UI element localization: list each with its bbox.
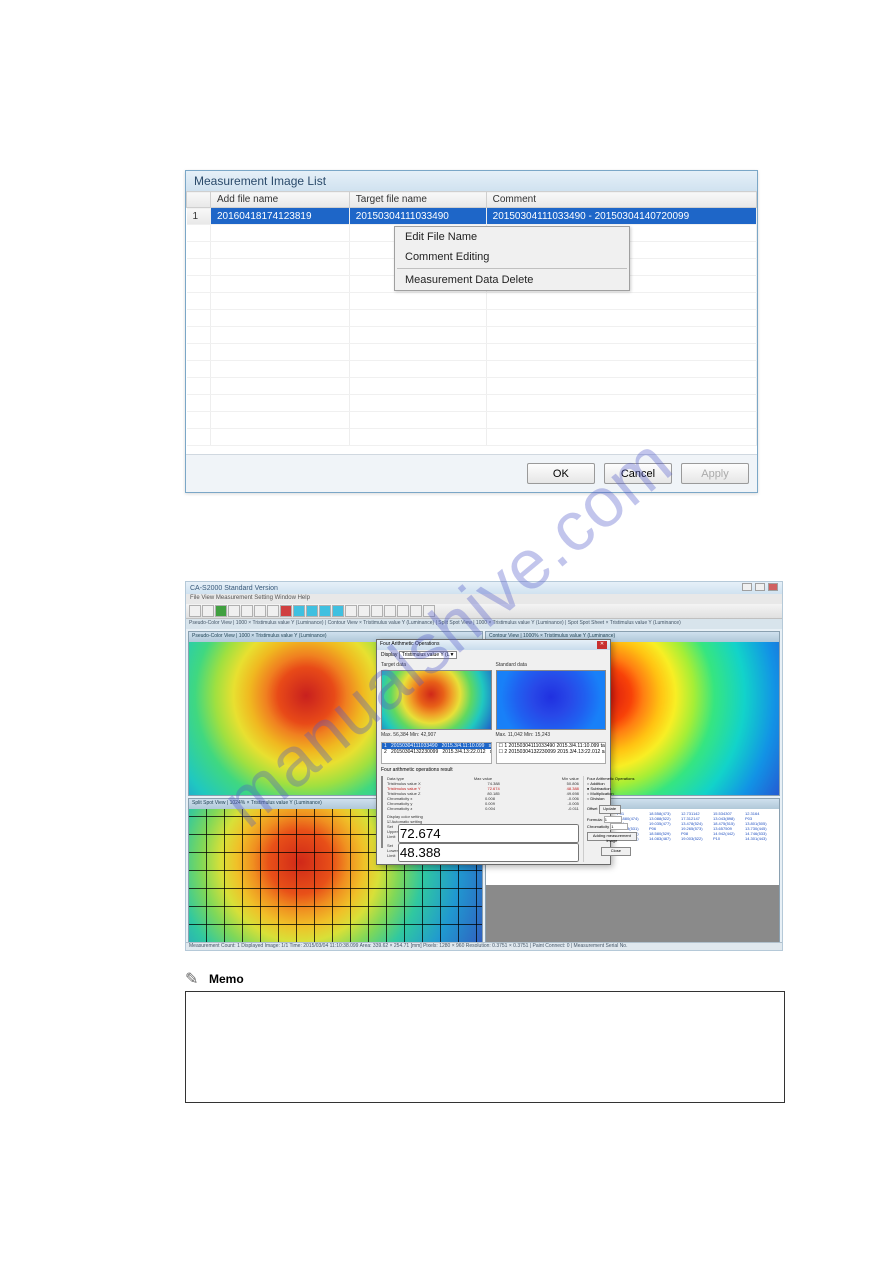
result-label: Four arithmetic operations result: [377, 766, 610, 774]
table-row[interactable]: [187, 429, 757, 446]
toolbar-button[interactable]: [384, 605, 396, 617]
close-icon[interactable]: [768, 583, 778, 591]
arith-title: Four Arithmetic Operations: [380, 641, 439, 649]
toolbar-button[interactable]: [358, 605, 370, 617]
memo-title: Memo: [209, 969, 244, 989]
table-row[interactable]: [187, 344, 757, 361]
close-button[interactable]: Close: [601, 847, 631, 856]
measurement-image-list-dialog: Measurement Image List Add file name Tar…: [185, 170, 758, 493]
toolbar-button[interactable]: [189, 605, 201, 617]
table-row[interactable]: [187, 378, 757, 395]
display-dropdown[interactable]: Tristimulus value Y (L▼: [399, 651, 458, 659]
toolbar-button[interactable]: [319, 605, 331, 617]
measurement-image-list-title: Measurement Image List: [186, 171, 757, 191]
target-stats: Max. 56,384 Min: 42,907: [381, 732, 492, 738]
toolbar-button[interactable]: [293, 605, 305, 617]
apply-button[interactable]: Apply: [681, 463, 749, 484]
memo-box: [185, 991, 785, 1103]
dialog-body: Add file name Target file name Comment 1…: [186, 191, 757, 454]
app-menubar[interactable]: File View Measurement Setting Window Hel…: [186, 594, 782, 604]
target-thumbnail: [381, 670, 492, 730]
lower-limit-input[interactable]: [398, 843, 579, 862]
toolbar-button[interactable]: [254, 605, 266, 617]
row-comment: 20150304111033490 - 20150304140720099: [486, 208, 756, 225]
toolbar-button[interactable]: [371, 605, 383, 617]
app-title-text: CA-S2000 Standard Version: [190, 585, 278, 592]
upper-limit-input[interactable]: [398, 824, 579, 843]
toolbar-button[interactable]: [345, 605, 357, 617]
cancel-button[interactable]: Cancel: [604, 463, 672, 484]
col-add-file-name[interactable]: Add file name: [211, 192, 350, 208]
toolbar-button[interactable]: [228, 605, 240, 617]
table-row[interactable]: [187, 412, 757, 429]
toolbar-button[interactable]: [280, 605, 292, 617]
col-target-file-name[interactable]: Target file name: [349, 192, 486, 208]
table-row[interactable]: [187, 293, 757, 310]
col-comment[interactable]: Comment: [486, 192, 756, 208]
standard-list[interactable]: ☐ 1 20150304111033490 2015.3/4.11:10.099…: [496, 742, 607, 764]
data-type-block: Data typeMax valueMin value Tristimulus …: [387, 776, 579, 862]
ok-button[interactable]: OK: [527, 463, 595, 484]
dialog-buttons: OK Cancel Apply: [186, 454, 757, 492]
app-toolbar: [186, 604, 782, 619]
context-menu: Edit File Name Comment Editing Measureme…: [394, 226, 630, 291]
empty-area: [486, 885, 779, 942]
target-list[interactable]: 1 20150304111033490 2015.3/4.11:10.099 s…: [381, 742, 492, 764]
memo-icon: ✎: [185, 969, 203, 989]
toolbar-button[interactable]: [332, 605, 344, 617]
maximize-icon[interactable]: [755, 583, 765, 591]
window-buttons: [741, 583, 778, 593]
toolbar-button[interactable]: [215, 605, 227, 617]
standard-stats: Max. 11,042 Min: 15,243: [496, 732, 607, 738]
ctx-edit-file-name[interactable]: Edit File Name: [395, 227, 629, 247]
toolbar-button[interactable]: [397, 605, 409, 617]
ctx-measurement-data-delete[interactable]: Measurement Data Delete: [395, 270, 629, 290]
toolbar-button[interactable]: [267, 605, 279, 617]
table-row[interactable]: [187, 310, 757, 327]
table-row[interactable]: [187, 361, 757, 378]
list-item[interactable]: 2 20150304132230099 2015.3/4.13:22.012 s…: [382, 749, 491, 755]
row-target-file: 20150304111033490: [349, 208, 486, 225]
col-index[interactable]: [187, 192, 211, 208]
display-row: Display Tristimulus value Y (L▼: [377, 650, 610, 660]
toolbar-button[interactable]: [410, 605, 422, 617]
division-radio[interactable]: ○ Division: [587, 796, 637, 801]
update-button[interactable]: Update: [599, 805, 621, 814]
minimize-icon[interactable]: [742, 583, 752, 591]
standard-thumbnail: [496, 670, 607, 730]
app-tab-strip[interactable]: Pseudo-Color View | 1000 × Tristimulus v…: [186, 619, 782, 629]
toolbar-button[interactable]: [202, 605, 214, 617]
row-add-file: 20160418174123819: [211, 208, 350, 225]
chromaticity-input[interactable]: [610, 823, 628, 830]
table-row[interactable]: [187, 395, 757, 412]
toolbar-button[interactable]: [241, 605, 253, 617]
table-row[interactable]: 1 20160418174123819 20150304111033490 20…: [187, 208, 757, 225]
display-label: Display: [381, 652, 397, 658]
result-thumbnail: [381, 776, 383, 848]
formula-input[interactable]: [604, 816, 622, 823]
ctx-separator: [397, 268, 627, 269]
application-window: CA-S2000 Standard Version File View Meas…: [185, 581, 783, 951]
table-row[interactable]: [187, 327, 757, 344]
app-titlebar: CA-S2000 Standard Version: [186, 582, 782, 594]
list-item[interactable]: ☐ 2 20150304132230099 2015.3/4.13:22.012…: [497, 749, 606, 755]
status-bar: Measurement Count: 1 Displayed Image: 1/…: [186, 942, 782, 950]
ctx-comment-editing[interactable]: Comment Editing: [395, 247, 629, 267]
row-index: 1: [187, 208, 211, 225]
toolbar-button[interactable]: [306, 605, 318, 617]
target-data-label: Target data: [381, 662, 492, 668]
operations-block: Four Arithmetic Operations ○ Addition ● …: [583, 776, 637, 862]
adding-measurement-image-button[interactable]: Adding measurement image: [587, 832, 637, 841]
standard-data-label: Standard data: [496, 662, 607, 668]
toolbar-button[interactable]: [423, 605, 435, 617]
measurement-table-wrapper: Add file name Target file name Comment 1…: [186, 191, 757, 454]
arith-titlebar: Four Arithmetic Operations ✕: [377, 640, 610, 650]
close-icon[interactable]: ✕: [597, 641, 607, 649]
memo-heading: ✎ Memo: [185, 969, 788, 989]
four-arithmetic-dialog: Four Arithmetic Operations ✕ Display Tri…: [376, 639, 611, 865]
